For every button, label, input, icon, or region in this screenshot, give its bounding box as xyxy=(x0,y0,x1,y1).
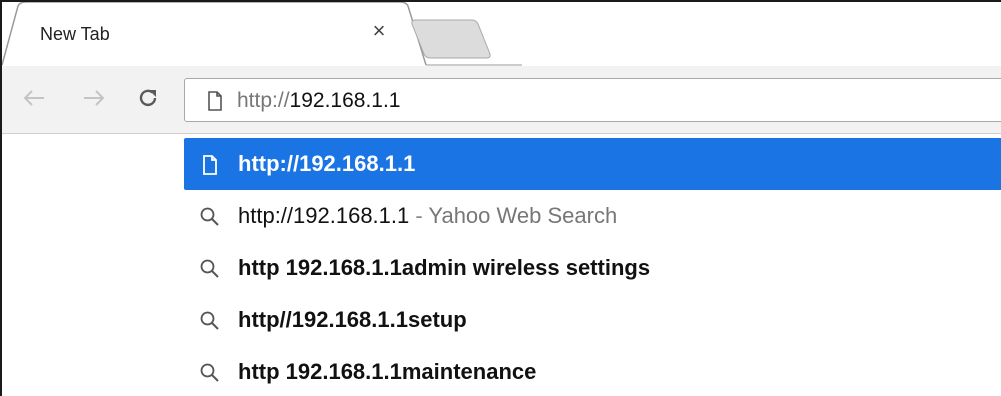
search-icon xyxy=(200,259,219,278)
suggestion-text: http://192.168.1.1 - Yahoo Web Search xyxy=(238,203,617,229)
url-host: 192.168.1.1 xyxy=(289,89,401,112)
page-icon xyxy=(208,91,222,111)
back-button[interactable] xyxy=(16,78,52,118)
tab-title[interactable]: New Tab xyxy=(40,24,110,45)
suggestion-separator: - xyxy=(409,203,429,228)
suggestion-text: http://192.168.1.1 xyxy=(238,151,416,176)
suggestion-item[interactable]: http 192.168.1.1maintenance xyxy=(184,346,1001,396)
address-bar[interactable]: http://192.168.1.1 xyxy=(184,78,1001,122)
search-icon xyxy=(200,207,219,226)
suggestion-item[interactable]: http://192.168.1.1 xyxy=(184,138,1001,190)
omnibox-suggestions: http://192.168.1.1 http://192.168.1.1 - … xyxy=(184,138,1001,396)
suggestion-item[interactable]: http 192.168.1.1admin wireless settings xyxy=(184,242,1001,294)
reload-icon xyxy=(139,89,157,107)
back-arrow-icon xyxy=(23,90,44,106)
tab-close-icon[interactable]: × xyxy=(368,20,390,42)
reload-button[interactable] xyxy=(130,78,166,118)
forward-arrow-icon xyxy=(84,90,105,106)
suggestion-text: http//192.168.1.1setup xyxy=(238,307,467,332)
forward-button[interactable] xyxy=(76,78,112,118)
toolbar: http://192.168.1.1 xyxy=(2,66,1001,134)
suggestion-query: http://192.168.1.1 xyxy=(238,203,410,228)
browser-window: New Tab × http://192.168.1.1 http://192.… xyxy=(0,0,1001,396)
search-icon xyxy=(200,363,219,382)
suggestion-item[interactable]: http//192.168.1.1setup xyxy=(184,294,1001,346)
suggestion-text: http 192.168.1.1admin wireless settings xyxy=(238,255,651,280)
suggestion-text: http 192.168.1.1maintenance xyxy=(238,359,537,384)
address-bar-text[interactable]: http://192.168.1.1 xyxy=(237,89,400,113)
suggestion-item[interactable]: http://192.168.1.1 - Yahoo Web Search xyxy=(184,190,1001,242)
new-tab-button xyxy=(411,19,491,59)
tab-strip: New Tab × xyxy=(2,2,1001,66)
search-icon xyxy=(200,311,219,330)
page-icon xyxy=(203,155,217,175)
suggestion-description: Yahoo Web Search xyxy=(428,203,618,228)
url-scheme: http:// xyxy=(237,89,290,112)
